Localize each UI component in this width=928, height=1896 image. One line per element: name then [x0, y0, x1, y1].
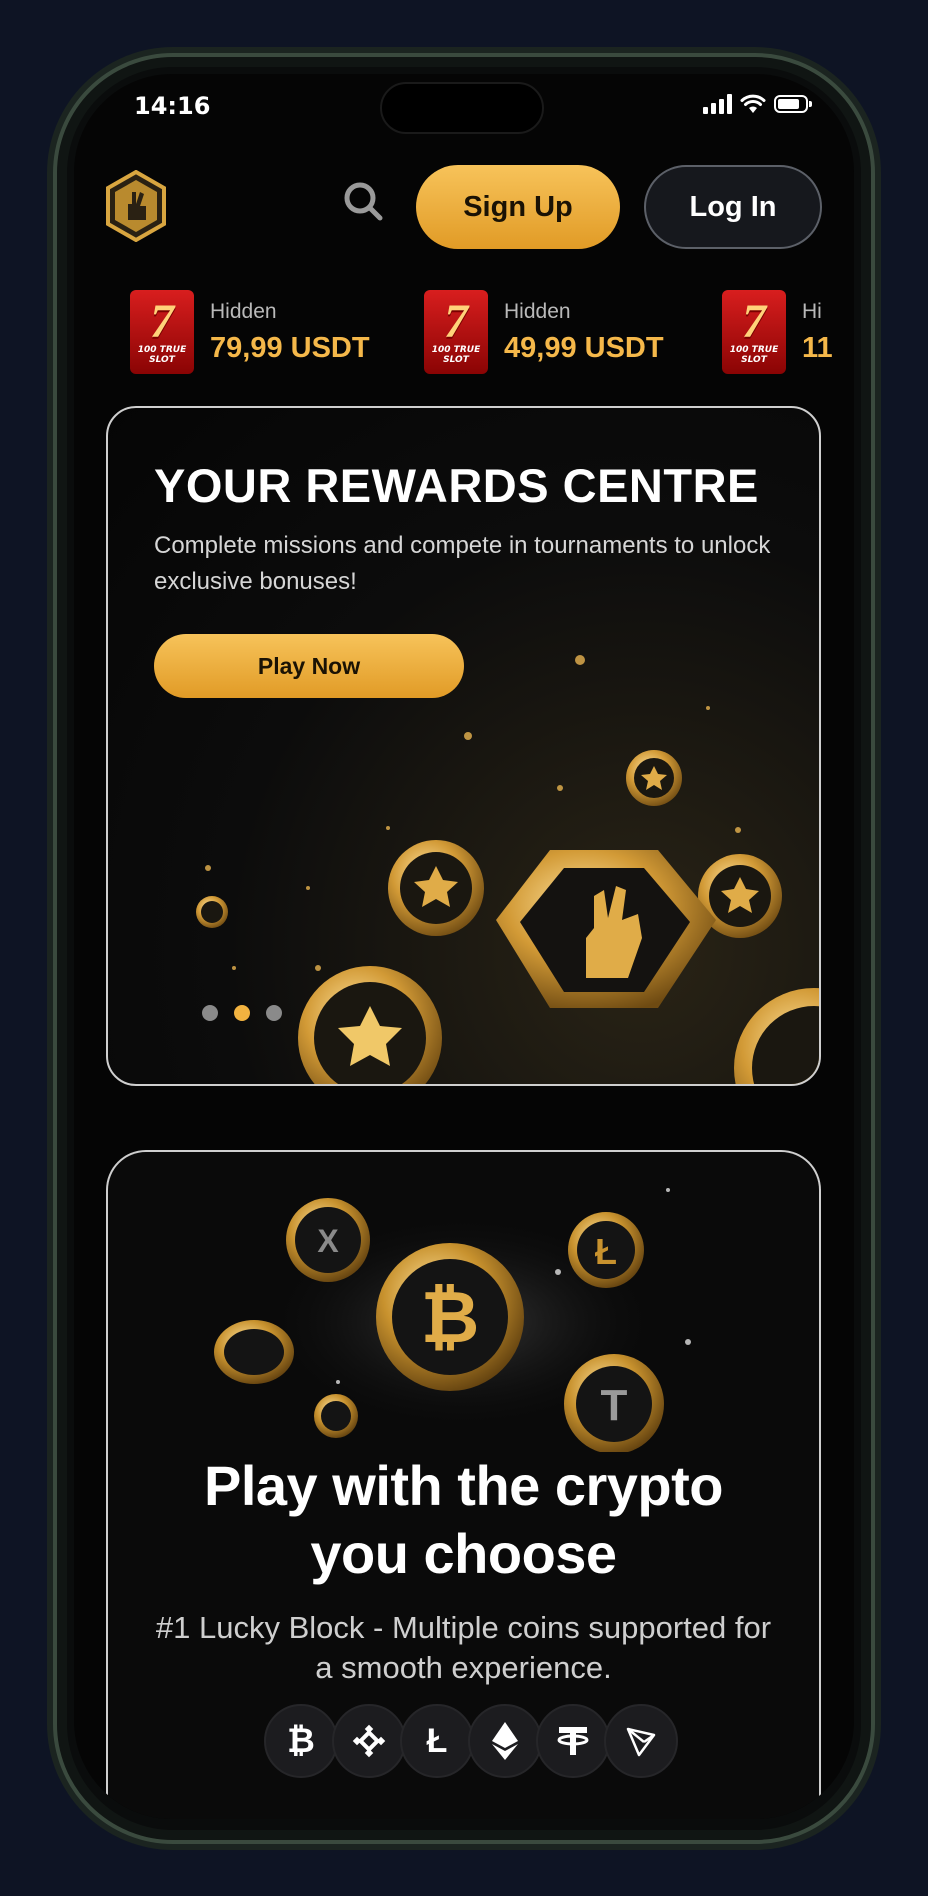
svg-text:X: X — [317, 1223, 339, 1259]
ticker-amount: 11 — [802, 331, 833, 364]
signup-button[interactable]: Sign Up — [416, 165, 620, 249]
supported-coins: ₿ Ł — [264, 1704, 678, 1778]
ticker-player-name: Hidden — [210, 299, 277, 323]
top-header: Sign Up Log In — [74, 156, 854, 249]
rewards-description: Complete missions and compete in tournam… — [154, 532, 771, 595]
battery-icon — [774, 95, 812, 113]
carousel-dot[interactable] — [266, 1005, 282, 1021]
status-time: 14:16 — [134, 92, 211, 120]
status-bar: 14:16 — [74, 74, 854, 136]
ticker-amount: 49,99 USDT — [504, 331, 664, 364]
recent-wins-ticker: 7 100 TRUE SLOT Hidden 79,99 USDT 7 100 … — [130, 290, 854, 380]
tether-icon[interactable] — [536, 1704, 610, 1778]
ticker-item[interactable]: 7 100 TRUE SLOT Hidden 79,99 USDT — [130, 290, 370, 374]
signal-icon — [703, 94, 732, 114]
crypto-coins-illustration: X ₿ Ł T — [214, 1188, 691, 1452]
dynamic-island — [380, 82, 544, 134]
crypto-title: Play with the crypto you choose — [204, 1454, 724, 1585]
ticker-item[interactable]: 7 100 TRUE SLOT Hi 11 — [722, 290, 833, 374]
crypto-subtitle: #1 Lucky Block - Multiple coins supporte… — [155, 1610, 772, 1685]
wifi-icon — [740, 94, 766, 113]
rewards-banner[interactable]: YOUR REWARDS CENTRE Complete missions an… — [106, 406, 821, 1086]
svg-text:T: T — [601, 1381, 628, 1430]
ethereum-icon[interactable] — [468, 1704, 542, 1778]
ticker-player-name: Hidden — [504, 299, 571, 323]
tron-icon[interactable] — [604, 1704, 678, 1778]
carousel-dot[interactable] — [202, 1005, 218, 1021]
svg-text:₿: ₿ — [421, 1278, 480, 1358]
login-button[interactable]: Log In — [644, 165, 822, 249]
true-slot-game-thumbnail: 7 100 TRUE SLOT — [722, 290, 786, 374]
true-slot-game-thumbnail: 7 100 TRUE SLOT — [424, 290, 488, 374]
carousel-dots — [202, 1005, 282, 1021]
system-icons — [703, 94, 812, 114]
search-icon[interactable] — [340, 178, 388, 226]
lucky-block-logo[interactable] — [104, 170, 168, 242]
crypto-section: X ₿ Ł T Play with the crypto you choose #… — [106, 1150, 821, 1819]
rewards-title: YOUR REWARDS CENTRE — [154, 459, 759, 512]
binance-icon[interactable] — [332, 1704, 406, 1778]
ticker-player-name: Hi — [802, 299, 822, 323]
ticker-amount: 79,99 USDT — [210, 331, 370, 364]
ticker-item[interactable]: 7 100 TRUE SLOT Hidden 49,99 USDT — [424, 290, 664, 374]
bitcoin-icon[interactable]: ₿ — [264, 1704, 338, 1778]
play-now-button[interactable]: Play Now — [154, 634, 464, 698]
carousel-dot-active[interactable] — [234, 1005, 250, 1021]
litecoin-icon[interactable]: Ł — [400, 1704, 474, 1778]
true-slot-game-thumbnail: 7 100 TRUE SLOT — [130, 290, 194, 374]
svg-text:Ł: Ł — [595, 1231, 617, 1272]
app-screen: 14:16 Sign Up Log In 7 100 TRUE SLOT Hid… — [74, 74, 854, 1819]
